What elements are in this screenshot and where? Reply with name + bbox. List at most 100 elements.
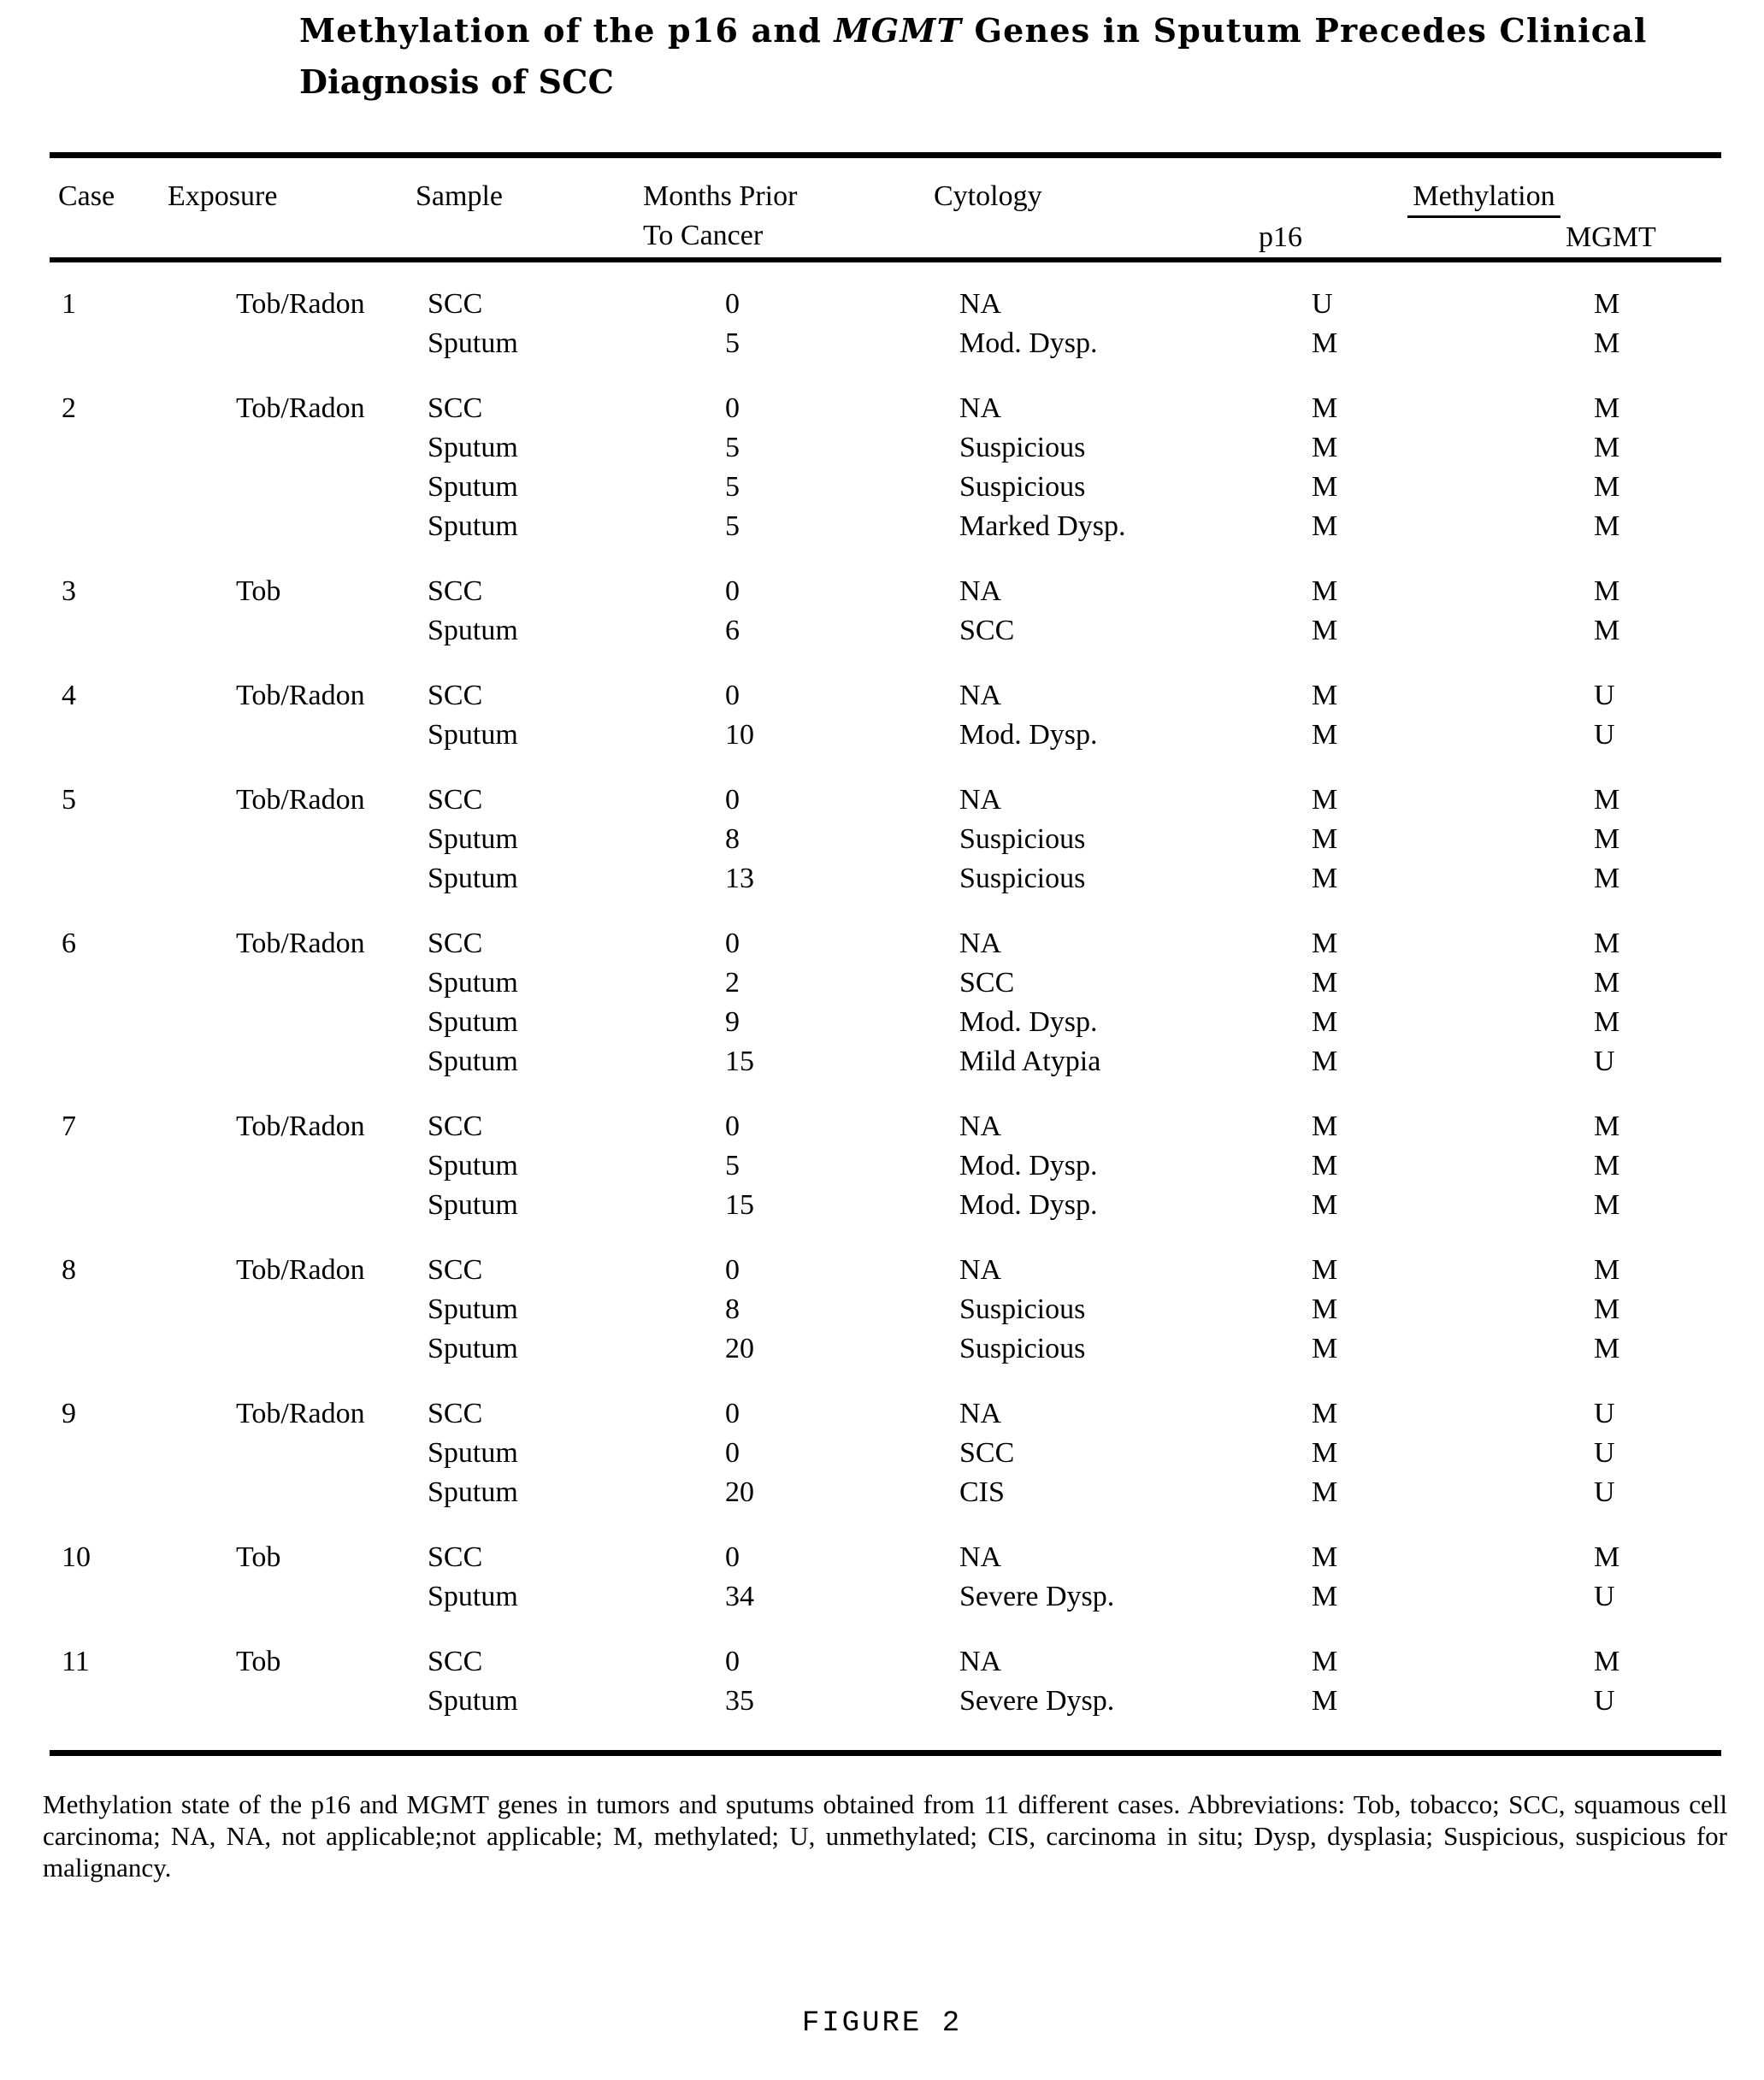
cell-months-prior: 15 — [725, 1189, 754, 1221]
cell-exposure: Tob — [236, 1541, 281, 1573]
cell-case — [50, 1003, 161, 1042]
methylation-subheaders: p16 MGMT — [1247, 218, 1721, 257]
table-row: 2 Tob/Radon SCC 0 NA M M — [50, 363, 1721, 428]
table-header: Case Exposure Sample Months Prior To Can… — [50, 177, 1721, 257]
table-row: 9 Tob/Radon SCC 0 NA M U — [50, 1369, 1721, 1434]
cell-months-prior: 0 — [725, 928, 740, 959]
cell-p16-methylation: M — [1312, 1437, 1338, 1469]
cell-exposure: Tob/Radon — [236, 392, 365, 424]
table-row: Sputum 35 Severe Dysp. M U — [50, 1682, 1721, 1721]
cell-p16-methylation: M — [1312, 1254, 1338, 1286]
cell-months-prior: 0 — [725, 1398, 740, 1429]
cell-sample: Sputum — [428, 510, 518, 542]
cell-exposure — [161, 507, 409, 546]
table-row: 7 Tob/Radon SCC 0 NA M M — [50, 1081, 1721, 1146]
cell-cytology: NA — [959, 1254, 1002, 1286]
title-gene-mgmt: MGMT — [834, 11, 963, 50]
cell-exposure — [161, 1186, 409, 1225]
cell-exposure: Tob/Radon — [236, 288, 365, 320]
cell-cytology: Mod. Dysp. — [959, 719, 1098, 751]
title-line-1-post: Genes in Sputum Precedes Clinical — [962, 11, 1648, 50]
cell-p16-methylation: M — [1312, 823, 1338, 855]
figure-number-label: FIGURE 2 — [801, 2007, 963, 2040]
cell-p16-methylation: M — [1312, 510, 1338, 542]
column-header-sample: Sample — [416, 180, 503, 212]
cell-cytology: NA — [959, 1111, 1002, 1142]
cell-mgmt-methylation: M — [1594, 1646, 1620, 1677]
cell-mgmt-methylation: U — [1594, 719, 1615, 751]
table-row: Sputum 10 Mod. Dysp. M U — [50, 716, 1721, 755]
cell-sample: Sputum — [428, 719, 518, 751]
table-row: Sputum 5 Suspicious M M — [50, 428, 1721, 468]
cell-p16-methylation: M — [1312, 1006, 1338, 1038]
cell-months-prior: 34 — [725, 1581, 754, 1612]
page-title: Methylation of the p16 and MGMT Genes in… — [299, 5, 1736, 108]
cell-mgmt-methylation: U — [1594, 1437, 1615, 1469]
cell-case — [50, 507, 161, 546]
cell-p16-methylation: M — [1312, 1189, 1338, 1221]
cell-cytology: CIS — [959, 1476, 1005, 1508]
column-header-exposure: Exposure — [168, 180, 278, 212]
cell-mgmt-methylation: M — [1594, 1293, 1620, 1325]
cell-sample: SCC — [428, 1646, 483, 1677]
column-header-methylation-group: Methylation p16 MGMT — [1247, 177, 1721, 257]
cell-months-prior: 0 — [725, 1111, 740, 1142]
table-bottom-rule — [50, 1750, 1721, 1756]
cell-p16-methylation: U — [1312, 288, 1333, 320]
cell-mgmt-methylation: M — [1594, 1189, 1620, 1221]
cell-months-prior: 13 — [725, 863, 754, 894]
cell-mgmt-methylation: M — [1594, 288, 1620, 320]
cell-case — [50, 859, 161, 899]
cell-case: 2 — [62, 392, 76, 424]
table-row: 6 Tob/Radon SCC 0 NA M M — [50, 899, 1721, 963]
cell-sample: Sputum — [428, 967, 518, 999]
cell-months-prior: 9 — [725, 1006, 740, 1038]
cell-exposure — [161, 611, 409, 651]
cell-exposure — [161, 1434, 409, 1473]
cell-case: 6 — [62, 928, 76, 959]
cell-p16-methylation: M — [1312, 680, 1338, 711]
title-line-1-pre: Methylation of the p16 and — [299, 11, 835, 50]
cell-p16-methylation: M — [1312, 327, 1338, 359]
cell-mgmt-methylation: M — [1594, 863, 1620, 894]
table-row: Sputum 0 SCC M U — [50, 1434, 1721, 1473]
table-top-rule — [50, 152, 1721, 158]
table-row: Sputum 9 Mod. Dysp. M M — [50, 1003, 1721, 1042]
cell-cytology: Mod. Dysp. — [959, 1189, 1098, 1221]
cell-p16-methylation: M — [1312, 471, 1338, 503]
cell-exposure: Tob/Radon — [236, 1398, 365, 1429]
cell-mgmt-methylation: M — [1594, 1150, 1620, 1181]
cell-p16-methylation: M — [1312, 392, 1338, 424]
cell-case — [50, 963, 161, 1003]
cell-case — [50, 716, 161, 755]
cell-sample: SCC — [428, 288, 483, 320]
table-row: 11 Tob SCC 0 NA M M — [50, 1617, 1721, 1682]
column-header-methylation-label: Methylation — [1407, 179, 1560, 218]
cell-sample: Sputum — [428, 823, 518, 855]
column-header-cytology: Cytology — [934, 180, 1042, 212]
cell-months-prior: 10 — [725, 719, 754, 751]
cell-sample: Sputum — [428, 327, 518, 359]
cell-exposure — [161, 1473, 409, 1512]
cell-p16-methylation: M — [1312, 863, 1338, 894]
cell-case — [50, 1682, 161, 1721]
cell-sample: SCC — [428, 1398, 483, 1429]
cell-mgmt-methylation: U — [1594, 680, 1615, 711]
cell-months-prior: 5 — [725, 471, 740, 503]
cell-cytology: Suspicious — [959, 823, 1086, 855]
cell-sample: Sputum — [428, 615, 518, 646]
cell-p16-methylation: M — [1312, 1111, 1338, 1142]
cell-months-prior: 8 — [725, 823, 740, 855]
table-row: 8 Tob/Radon SCC 0 NA M M — [50, 1225, 1721, 1290]
cell-months-prior: 0 — [725, 1646, 740, 1677]
cell-cytology: SCC — [959, 615, 1015, 646]
cell-sample: Sputum — [428, 1333, 518, 1364]
cell-p16-methylation: M — [1312, 1046, 1338, 1077]
cell-p16-methylation: M — [1312, 1646, 1338, 1677]
cell-months-prior: 0 — [725, 1254, 740, 1286]
methylation-table: Case Exposure Sample Months Prior To Can… — [50, 177, 1721, 257]
cell-months-prior: 20 — [725, 1476, 754, 1508]
cell-mgmt-methylation: M — [1594, 1333, 1620, 1364]
cell-cytology: Suspicious — [959, 1333, 1086, 1364]
cell-months-prior: 5 — [725, 432, 740, 463]
